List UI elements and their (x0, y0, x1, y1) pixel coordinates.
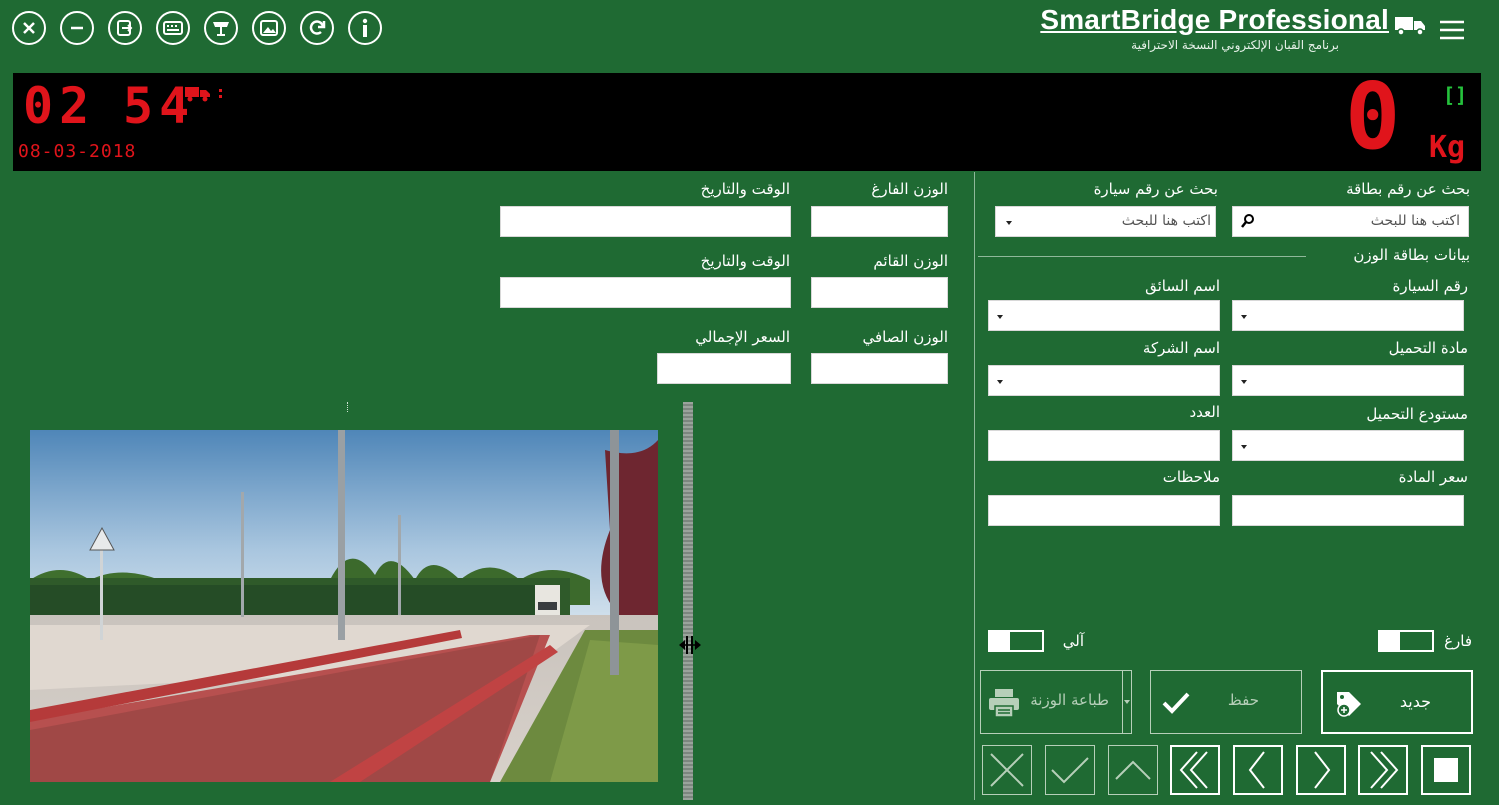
print-button[interactable]: طباعة الوزنة (980, 670, 1132, 734)
brand: SmartBridge Professional برنامج القبان ا… (1040, 4, 1389, 52)
empty-weight-label: الوزن الفارغ (871, 180, 948, 198)
scale-icon[interactable] (204, 11, 238, 45)
section-divider (978, 256, 1306, 257)
company-select[interactable] (988, 365, 1220, 396)
toggle-knob (990, 632, 1010, 650)
driver-label: اسم السائق (1145, 277, 1220, 295)
print-button-label: طباعة الوزنة (1030, 691, 1109, 709)
material-select[interactable] (1232, 365, 1464, 396)
auto-toggle-label: آلي (1062, 632, 1084, 650)
menu-icon[interactable] (1439, 20, 1465, 44)
chevron-down-icon[interactable] (1241, 315, 1247, 319)
chevron-down-icon[interactable] (997, 315, 1003, 319)
count-label: العدد (1189, 403, 1220, 421)
empty-toggle[interactable] (1378, 630, 1434, 652)
app-subtitle: برنامج القبان الإلكتروني النسخة الاحتراف… (1131, 38, 1339, 52)
save-button-label: حفظ (1227, 691, 1259, 709)
empty-datetime-field[interactable] (500, 206, 791, 237)
empty-weight-field[interactable] (811, 206, 948, 237)
card-search-input[interactable]: اكتب هنا للبحث (1232, 206, 1469, 237)
chevron-down-icon[interactable] (997, 380, 1003, 384)
image-icon[interactable] (252, 11, 286, 45)
clock-hours: 02 (23, 77, 96, 135)
truck-icon[interactable] (1395, 14, 1427, 40)
title-bar: SmartBridge Professional برنامج القبان ا… (0, 0, 1499, 68)
price-label: سعر المادة (1398, 468, 1468, 486)
app-title: SmartBridge Professional (1040, 4, 1389, 35)
weight-display: 02 54 08-03-2018 [] 0 Kg (13, 67, 1481, 171)
auto-toggle[interactable] (988, 630, 1044, 652)
total-price-field[interactable] (657, 353, 791, 384)
status-bracket: [] (1443, 83, 1468, 107)
next-icon[interactable] (1296, 745, 1346, 795)
splitter-grip[interactable] (347, 402, 351, 412)
refresh-icon[interactable] (300, 11, 334, 45)
chevron-down-icon[interactable] (1241, 445, 1247, 449)
warehouse-select[interactable] (1232, 430, 1464, 461)
notes-label: ملاحظات (1162, 468, 1220, 486)
company-label: اسم الشركة (1142, 339, 1220, 357)
save-button[interactable]: حفظ (1150, 670, 1302, 734)
total-price-label: السعر الإجمالي (695, 328, 790, 346)
material-label: مادة التحميل (1388, 339, 1468, 357)
vehicle-search-select[interactable]: اكتب هنا للبحث (995, 206, 1216, 237)
loaded-weight-field[interactable] (811, 277, 948, 308)
vehicle-search-placeholder: اكتب هنا للبحث (1121, 213, 1211, 229)
price-field[interactable] (1232, 495, 1464, 526)
new-button[interactable]: جديد (1321, 670, 1473, 734)
minimize-icon[interactable] (60, 11, 94, 45)
close-icon[interactable] (12, 11, 46, 45)
cancel-icon[interactable] (982, 745, 1032, 795)
first-icon[interactable] (1170, 745, 1220, 795)
resize-cursor-icon (677, 634, 703, 660)
driver-select[interactable] (988, 300, 1220, 331)
new-button-label: جديد (1399, 692, 1431, 711)
net-weight-field[interactable] (811, 353, 948, 384)
notes-field[interactable] (988, 495, 1220, 526)
vehicle-no-label: رقم السيارة (1392, 277, 1468, 295)
stop-icon[interactable] (1421, 745, 1471, 795)
chevron-down-icon[interactable] (1241, 380, 1247, 384)
checkmark-icon (1161, 691, 1191, 719)
chevron-down-icon[interactable] (1006, 221, 1012, 225)
net-weight-label: الوزن الصافي (862, 328, 948, 346)
count-field[interactable] (988, 430, 1220, 461)
card-section-title: بيانات بطاقة الوزن (1353, 246, 1470, 264)
printer-icon (987, 687, 1021, 723)
truck-status-icon (185, 83, 229, 107)
new-record-icon (1335, 690, 1363, 722)
loaded-datetime-field[interactable] (500, 277, 791, 308)
confirm-icon[interactable] (1045, 745, 1095, 795)
keyboard-icon[interactable] (156, 11, 190, 45)
previous-icon[interactable] (1233, 745, 1283, 795)
exit-icon[interactable] (108, 11, 142, 45)
up-icon[interactable] (1108, 745, 1158, 795)
vertical-splitter[interactable] (683, 402, 693, 800)
empty-datetime-label: الوقت والتاريخ (700, 180, 790, 198)
panel-divider (974, 172, 975, 800)
loaded-datetime-label: الوقت والتاريخ (700, 252, 790, 270)
camera-image (30, 430, 658, 782)
display-date: 08-03-2018 (18, 141, 137, 162)
weight-unit: Kg (1429, 130, 1466, 165)
info-icon[interactable] (348, 11, 382, 45)
warehouse-label: مستودع التحميل (1366, 405, 1468, 423)
weight-value: 0 (1345, 63, 1401, 170)
card-search-label: بحث عن رقم بطاقة (1346, 180, 1470, 198)
search-icon[interactable] (1241, 213, 1255, 233)
vehicle-search-label: بحث عن رقم سيارة (1093, 180, 1218, 198)
card-search-placeholder: اكتب هنا للبحث (1370, 213, 1460, 229)
last-icon[interactable] (1358, 745, 1408, 795)
loaded-weight-label: الوزن القائم (873, 252, 948, 270)
vehicle-no-select[interactable] (1232, 300, 1464, 331)
toggle-knob (1380, 632, 1400, 650)
empty-toggle-label: فارغ (1444, 632, 1472, 650)
chevron-down-icon[interactable] (1124, 700, 1130, 704)
